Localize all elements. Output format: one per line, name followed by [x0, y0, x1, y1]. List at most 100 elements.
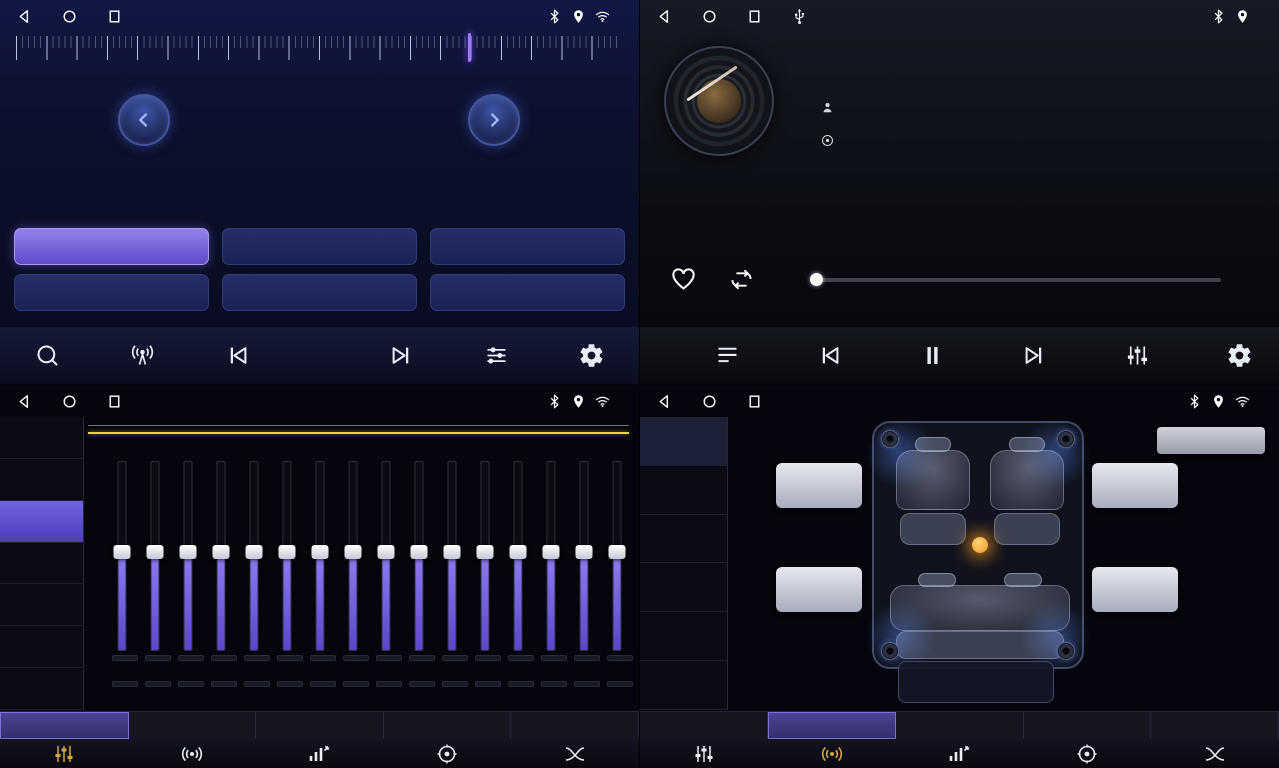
eq-band-slider[interactable]: [145, 461, 165, 651]
eq-preset-custom[interactable]: [0, 459, 83, 501]
home-button[interactable]: [701, 393, 718, 410]
eq-band-slider[interactable]: [475, 461, 495, 651]
seek-slider[interactable]: [816, 272, 1221, 288]
tune-down-button[interactable]: [118, 94, 170, 146]
playlist-button[interactable]: [714, 342, 741, 369]
scan-button[interactable]: [34, 342, 61, 369]
eq-slider-knob[interactable]: [411, 545, 428, 559]
balance-icon[interactable]: [1023, 739, 1151, 768]
surround-icon[interactable]: [768, 739, 896, 768]
frequency-scale[interactable]: [16, 36, 622, 60]
back-button[interactable]: [656, 393, 673, 410]
eq-band-slider[interactable]: [541, 461, 561, 651]
mode-3[interactable]: [640, 661, 727, 710]
tab-filter[interactable]: [511, 712, 639, 739]
sound-preset-button[interactable]: [1157, 427, 1265, 454]
eq-band-slider[interactable]: [244, 461, 264, 651]
tab-bass-boost[interactable]: [896, 712, 1024, 739]
tab-balance[interactable]: [384, 712, 512, 739]
preset-p2[interactable]: [222, 228, 417, 265]
delay-rear-right-button[interactable]: [1092, 567, 1178, 612]
eq-slider-knob[interactable]: [576, 545, 593, 559]
back-button[interactable]: [16, 393, 33, 410]
tab-filter[interactable]: [1151, 712, 1279, 739]
delay-rear-left-button[interactable]: [776, 567, 862, 612]
eq-preset-pop[interactable]: [0, 584, 83, 626]
delay-front-left-button[interactable]: [776, 463, 862, 508]
back-button[interactable]: [656, 8, 673, 25]
tab-eq[interactable]: [0, 712, 129, 739]
eq-slider-knob[interactable]: [114, 545, 131, 559]
listening-position-dot[interactable]: [972, 537, 988, 553]
tab-bass-boost[interactable]: [256, 712, 384, 739]
bass-boost-icon[interactable]: [256, 739, 384, 768]
eq-slider-knob[interactable]: [147, 545, 164, 559]
recents-button[interactable]: [746, 8, 763, 25]
eq-slider-knob[interactable]: [279, 545, 296, 559]
surround-icon[interactable]: [128, 739, 256, 768]
tab-eq[interactable]: [640, 712, 768, 739]
eq-band-slider[interactable]: [211, 461, 231, 651]
eq-preset-classic[interactable]: [0, 626, 83, 668]
preset-p6[interactable]: [430, 274, 625, 311]
home-button[interactable]: [61, 8, 78, 25]
prev-track-button[interactable]: [816, 342, 843, 369]
eq-band-slider[interactable]: [376, 461, 396, 651]
eq-slider-knob[interactable]: [213, 545, 230, 559]
next-track-button[interactable]: [1021, 342, 1048, 369]
eq-slider-knob[interactable]: [444, 545, 461, 559]
eq-band-slider[interactable]: [409, 461, 429, 651]
filter-icon[interactable]: [1151, 739, 1279, 768]
eq-slider-knob[interactable]: [543, 545, 560, 559]
home-button[interactable]: [61, 393, 78, 410]
eq-slider-knob[interactable]: [180, 545, 197, 559]
tab-balance[interactable]: [1024, 712, 1152, 739]
back-button[interactable]: [16, 8, 33, 25]
preset-p3[interactable]: [430, 228, 625, 265]
audio-settings-button[interactable]: [483, 342, 510, 369]
eq-slider-knob[interactable]: [609, 545, 626, 559]
tab-surround[interactable]: [129, 712, 257, 739]
broadcast-button[interactable]: [129, 342, 156, 369]
settings-button[interactable]: [578, 342, 605, 369]
filter-icon[interactable]: [511, 739, 639, 768]
mode-2[interactable]: [640, 612, 727, 661]
eq-slider-knob[interactable]: [510, 545, 527, 559]
eq-preset-rock[interactable]: [0, 668, 83, 710]
eq-preset-jazz[interactable]: [0, 543, 83, 585]
seek-knob[interactable]: [810, 273, 823, 286]
eq-band-slider[interactable]: [178, 461, 198, 651]
preset-p1[interactable]: [14, 228, 209, 265]
balance-icon[interactable]: [383, 739, 511, 768]
home-button[interactable]: [701, 8, 718, 25]
eq-band-slider[interactable]: [508, 461, 528, 651]
eq-band-slider[interactable]: [277, 461, 297, 651]
eq-preset-default[interactable]: [0, 417, 83, 459]
eq-band-slider[interactable]: [442, 461, 462, 651]
prev-station-button[interactable]: [224, 342, 251, 369]
favorite-button[interactable]: [670, 266, 697, 297]
repeat-button[interactable]: [728, 266, 755, 297]
pause-button[interactable]: [919, 342, 946, 369]
bass-boost-icon[interactable]: [896, 739, 1024, 768]
preset-p4[interactable]: [14, 274, 209, 311]
tune-up-button[interactable]: [468, 94, 520, 146]
mode-1[interactable]: [640, 563, 727, 612]
settings-button[interactable]: [1226, 342, 1253, 369]
eq-band-slider[interactable]: [112, 461, 132, 651]
mode-passenger[interactable]: [640, 515, 727, 564]
delay-front-right-button[interactable]: [1092, 463, 1178, 508]
eq-band-slider[interactable]: [343, 461, 363, 651]
eq-band-slider[interactable]: [574, 461, 594, 651]
tab-surround[interactable]: [768, 712, 897, 739]
eq-slider-knob[interactable]: [378, 545, 395, 559]
eq-mixer-button[interactable]: [1124, 342, 1151, 369]
eq-band-slider[interactable]: [607, 461, 627, 651]
next-station-button[interactable]: [388, 342, 415, 369]
eq-slider-knob[interactable]: [477, 545, 494, 559]
eq-slider-knob[interactable]: [345, 545, 362, 559]
eq-icon[interactable]: [640, 739, 768, 768]
mode-driver[interactable]: [640, 466, 727, 515]
preset-p5[interactable]: [222, 274, 417, 311]
mode-full[interactable]: [640, 417, 727, 466]
